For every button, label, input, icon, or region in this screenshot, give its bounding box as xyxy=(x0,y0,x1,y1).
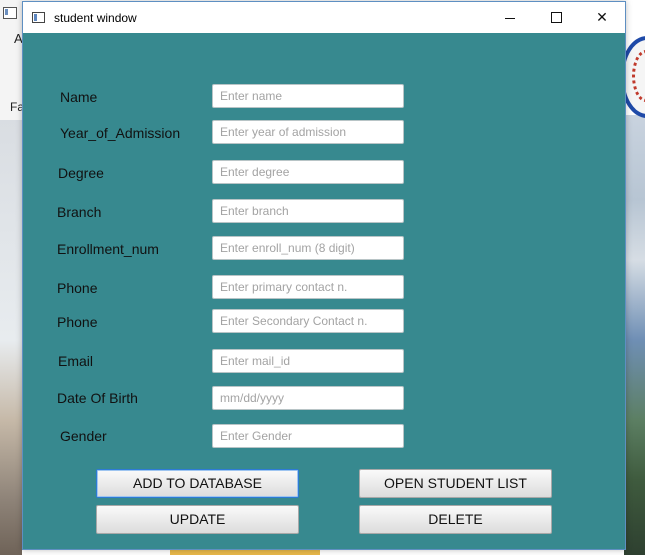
maximize-button[interactable] xyxy=(533,2,579,33)
minimize-button[interactable] xyxy=(487,2,533,33)
gender-input[interactable] xyxy=(212,424,404,448)
student-window: student window ✕ Name Year_of_Admission … xyxy=(22,1,626,550)
branch-input[interactable] xyxy=(212,199,404,223)
app-window-icon xyxy=(3,7,17,19)
secondary-phone-input[interactable] xyxy=(212,309,404,333)
enrollment-num-label: Enrollment_num xyxy=(57,241,159,257)
degree-label: Degree xyxy=(58,165,104,181)
open-student-list-button[interactable]: OPEN STUDENT LIST xyxy=(359,469,552,498)
secondary-phone-label: Phone xyxy=(57,314,98,330)
date-of-birth-input[interactable] xyxy=(212,386,404,410)
name-label: Name xyxy=(60,89,98,105)
gender-label: Gender xyxy=(60,428,107,444)
year-of-admission-label: Year_of_Admission xyxy=(60,125,181,141)
enrollment-num-input[interactable] xyxy=(212,236,404,260)
delete-button[interactable]: DELETE xyxy=(359,505,552,534)
update-button[interactable]: UPDATE xyxy=(96,505,299,534)
minimize-icon xyxy=(505,18,515,19)
window-icon xyxy=(32,12,45,23)
name-input[interactable] xyxy=(212,84,404,108)
degree-input[interactable] xyxy=(212,160,404,184)
close-button[interactable]: ✕ xyxy=(579,2,625,33)
date-of-birth-label: Date Of Birth xyxy=(57,390,138,406)
year-of-admission-input[interactable] xyxy=(212,120,404,144)
branch-label: Branch xyxy=(57,204,102,220)
maximize-icon xyxy=(551,12,562,23)
title-bar[interactable]: student window ✕ xyxy=(23,2,625,33)
close-icon: ✕ xyxy=(596,9,608,25)
primary-phone-input[interactable] xyxy=(212,275,404,299)
window-title: student window xyxy=(54,11,137,25)
email-input[interactable] xyxy=(212,349,404,373)
email-label: Email xyxy=(58,353,94,369)
add-to-database-button[interactable]: ADD TO DATABASE xyxy=(96,469,299,498)
primary-phone-label: Phone xyxy=(57,280,98,296)
background-window-left: A Fa xyxy=(0,0,24,555)
